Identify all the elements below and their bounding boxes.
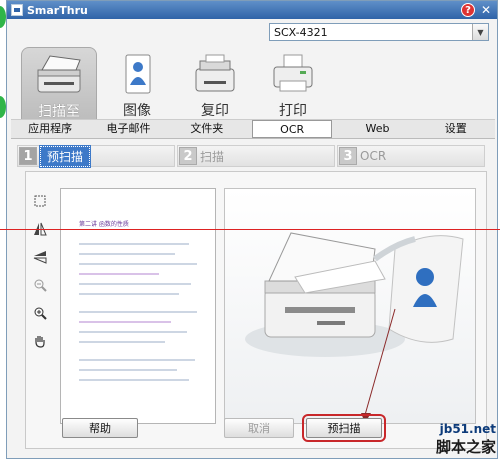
tool-panel <box>26 172 54 448</box>
tab-applications[interactable]: 应用程序 <box>11 120 89 138</box>
mode-label: 打印 <box>279 103 307 119</box>
mode-bar: 扫描至 图像 复印 打印 <box>7 47 497 120</box>
tab-folder[interactable]: 文件夹 <box>168 120 246 138</box>
preview-text-line <box>79 243 189 245</box>
workspace: 第二讲 函数的性质 帮助 取消 预扫描 <box>25 171 487 449</box>
preview-text-line <box>79 369 177 371</box>
step-label: OCR <box>360 149 387 163</box>
device-row: SCX-4321 ▼ <box>7 19 497 47</box>
app-logo-icon <box>11 4 23 16</box>
printer-icon <box>264 51 322 99</box>
image-person-icon <box>108 51 166 99</box>
zoom-in-icon[interactable] <box>31 304 49 322</box>
preview-text-line <box>79 359 195 361</box>
preview-text-line <box>79 341 165 343</box>
step-prescan[interactable]: 1 预扫描 <box>19 144 92 168</box>
scanner-illustration <box>224 188 476 424</box>
tab-settings[interactable]: 设置 <box>417 120 495 138</box>
step-scan[interactable]: 2 扫描 <box>179 145 224 167</box>
preview-text-line <box>79 331 187 333</box>
mode-copy[interactable]: 复印 <box>177 47 253 119</box>
mode-image[interactable]: 图像 <box>99 47 175 119</box>
preview-text-line <box>79 311 197 313</box>
mode-label: 扫描至 <box>38 104 80 120</box>
sub-tab-bar: 应用程序 电子邮件 文件夹 OCR Web 设置 <box>11 119 495 139</box>
annotation-line <box>0 229 500 230</box>
title-bar: SmarThru ? ✕ <box>7 1 497 19</box>
preview-text-line <box>79 273 159 275</box>
preview-text-line <box>79 321 171 323</box>
mode-scan-to[interactable]: 扫描至 <box>21 47 97 120</box>
preview-text-line <box>79 263 197 265</box>
device-select[interactable]: SCX-4321 ▼ <box>269 23 489 41</box>
mode-label: 复印 <box>201 103 229 119</box>
preview-text-line <box>79 293 179 295</box>
select-area-icon[interactable] <box>31 192 49 210</box>
zoom-out-icon[interactable] <box>31 276 49 294</box>
prescan-preview[interactable]: 第二讲 函数的性质 <box>60 188 216 424</box>
mode-print[interactable]: 打印 <box>255 47 331 119</box>
preview-text-line <box>79 283 191 285</box>
preview-text-line <box>79 379 189 381</box>
flip-vertical-icon[interactable] <box>31 248 49 266</box>
watermark: jb51.net 脚本之家 <box>436 422 496 457</box>
scanner-icon <box>30 52 88 100</box>
copier-icon <box>186 51 244 99</box>
step-bar: 1 预扫描 2 扫描 3 OCR <box>17 144 487 169</box>
tab-email[interactable]: 电子邮件 <box>89 120 167 138</box>
step-label: 扫描 <box>200 149 225 164</box>
step-ocr[interactable]: 3 OCR <box>339 145 386 167</box>
tab-ocr[interactable]: OCR <box>251 120 333 138</box>
close-icon[interactable]: ✕ <box>479 3 493 17</box>
tab-web[interactable]: Web <box>338 120 416 138</box>
window-title: SmarThru <box>27 3 88 17</box>
help-icon[interactable]: ? <box>461 3 475 17</box>
hand-pan-icon[interactable] <box>31 332 49 350</box>
mode-label: 图像 <box>123 103 151 119</box>
preview-heading: 第二讲 函数的性质 <box>79 221 129 228</box>
preview-text-line <box>79 253 175 255</box>
watermark-site: 脚本之家 <box>435 438 496 456</box>
help-button[interactable]: 帮助 <box>62 418 138 438</box>
step-number: 3 <box>339 147 357 165</box>
step-number: 2 <box>179 147 197 165</box>
step-label: 预扫描 <box>38 144 92 168</box>
cancel-button[interactable]: 取消 <box>224 418 294 438</box>
device-select-value: SCX-4321 <box>274 25 328 39</box>
prescan-button[interactable]: 预扫描 <box>302 414 386 442</box>
step-number: 1 <box>19 147 37 165</box>
chevron-down-icon[interactable]: ▼ <box>472 24 488 40</box>
watermark-url: jb51.net <box>439 422 496 436</box>
